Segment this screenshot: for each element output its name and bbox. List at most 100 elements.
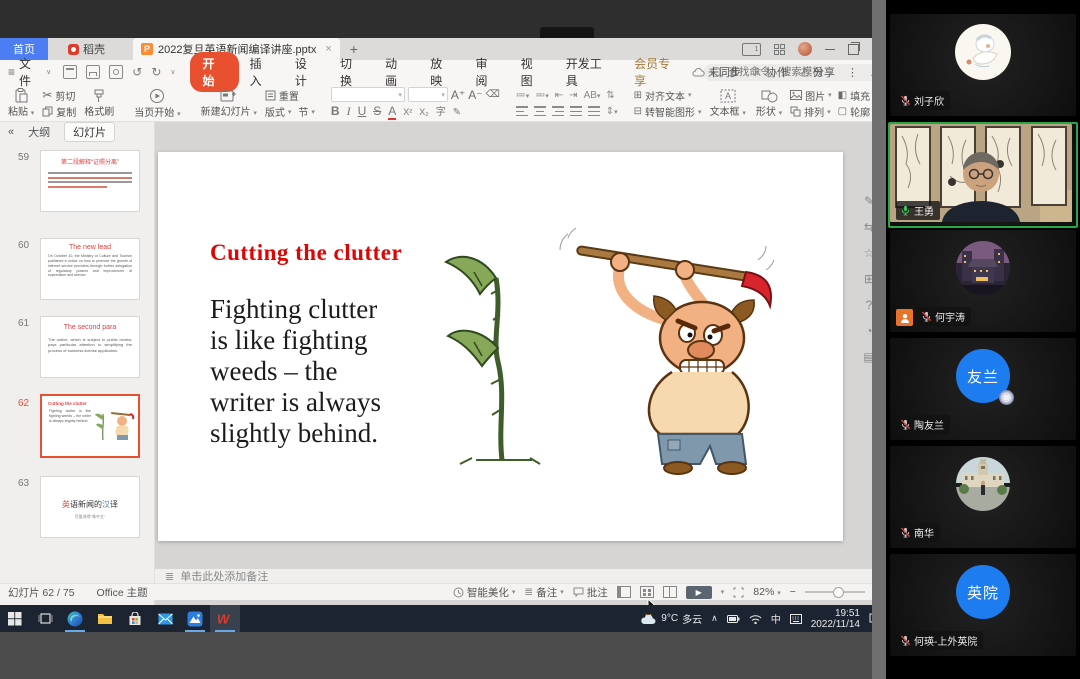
new-slide-button[interactable]: 新建幻灯片 ▾ [199, 86, 259, 121]
slide-canvas[interactable]: Cutting the clutter Fighting clutter is … [158, 152, 843, 541]
tab-outline[interactable]: 大纲 [28, 124, 50, 140]
restore-button[interactable] [848, 44, 859, 55]
zoom-slider[interactable] [805, 591, 865, 593]
redo-icon[interactable]: ↻ [151, 65, 161, 79]
export-icon[interactable] [86, 65, 100, 79]
char-effect-button[interactable]: 字 [436, 103, 446, 118]
textbox-button[interactable]: A 文本框 ▾ [708, 86, 748, 121]
participant-tile[interactable]: 英院 何瑛-上外英院 [890, 554, 1076, 656]
underline-button[interactable]: U [358, 104, 367, 118]
clear-format-icon[interactable]: ⌫ [486, 89, 500, 100]
normal-view-button[interactable] [617, 586, 631, 598]
slide-cartoon-image[interactable] [440, 220, 810, 478]
save-icon[interactable] [63, 65, 77, 79]
layout-button[interactable]: 版式▾ [265, 104, 292, 119]
notes-bar[interactable]: ≣ 单击此处添加备注 [155, 569, 886, 583]
bullets-button[interactable]: ≔▾ [516, 90, 530, 101]
strike-button[interactable]: S [373, 104, 381, 118]
reset-button[interactable]: 重置 [265, 88, 315, 103]
highlight-button[interactable]: ✎ [453, 107, 461, 118]
task-view-button[interactable] [30, 605, 60, 632]
participant-tile[interactable]: 南华 [890, 446, 1076, 548]
format-painter-button[interactable]: 格式刷 [82, 86, 116, 121]
tab-slides[interactable]: 幻灯片 [64, 122, 115, 142]
zoom-slider-knob[interactable] [833, 587, 844, 598]
taskbar-mail[interactable] [150, 605, 180, 632]
battery-icon[interactable] [727, 614, 740, 624]
numbering-button[interactable]: ≕▾ [535, 90, 549, 101]
share-button[interactable]: 分享 [800, 64, 835, 80]
play-options-icon[interactable]: ▾ [721, 588, 725, 596]
participant-tile[interactable]: 友兰 陶友兰 [890, 338, 1076, 440]
fit-slide-icon[interactable] [733, 587, 744, 598]
play-from-current-button[interactable]: 当页开始 ▾ [132, 86, 182, 121]
line-spacing-button[interactable]: ⇕▾ [606, 106, 618, 117]
account-avatar[interactable] [798, 42, 812, 56]
superscript-button[interactable]: X² [403, 107, 412, 117]
align-center-button[interactable] [534, 106, 546, 116]
comments-toggle[interactable]: 批注 [573, 585, 608, 600]
increase-font-icon[interactable]: A⁺ [451, 88, 465, 102]
theme-name[interactable]: Office 主题 [97, 585, 148, 600]
touch-keyboard-icon[interactable] [790, 613, 802, 625]
participant-tile[interactable]: 何宇涛 [890, 230, 1076, 332]
font-size-select[interactable]: ▾ [408, 87, 448, 102]
font-name-select[interactable]: ▾ [331, 87, 405, 102]
minimize-button[interactable] [825, 49, 835, 50]
collapse-panel-icon[interactable]: « [8, 126, 14, 138]
shapes-button[interactable]: 形状 ▾ [754, 86, 784, 121]
participant-tile-speaking[interactable]: 王勇 [888, 122, 1078, 228]
align-right-button[interactable] [552, 106, 564, 116]
align-text-button[interactable]: ⊞对齐文本▾ [634, 88, 702, 103]
notes-toggle[interactable]: ≣备注▾ [524, 585, 563, 600]
fill-button[interactable]: ◧填充▾ [838, 88, 877, 103]
split-window-icon[interactable]: 1 [742, 43, 761, 56]
network-icon[interactable] [749, 614, 762, 624]
sort-button[interactable]: ⇅ [606, 90, 614, 101]
slide-thumbnail-59[interactable]: 第二段解释“证照分离” [40, 150, 140, 212]
ime-indicator[interactable]: 中 [771, 611, 781, 626]
bold-button[interactable]: B [331, 104, 340, 118]
smart-beautify-button[interactable]: 智能美化▾ [453, 585, 516, 600]
justify-button[interactable] [570, 106, 582, 116]
tab-docer[interactable]: 稻壳 [58, 38, 115, 60]
tray-expand-icon[interactable]: ∧ [711, 613, 718, 624]
section-button[interactable]: 节▾ [298, 104, 315, 119]
weather-widget[interactable]: 9°C 多云 [640, 611, 702, 626]
meeting-panel-resize-edge[interactable] [872, 0, 886, 679]
slide-thumbnail-60[interactable]: The new lead On October 10, the Ministry… [40, 238, 140, 300]
picture-button[interactable]: 图片▾ [790, 88, 832, 103]
zoom-level[interactable]: 82% ▾ [753, 586, 780, 598]
taskbar-edge[interactable] [60, 605, 90, 632]
outline-button[interactable]: ▢轮廓▾ [838, 104, 877, 119]
taskbar-file-explorer[interactable] [90, 605, 120, 632]
sorter-view-button[interactable] [640, 586, 654, 598]
reading-view-button[interactable] [663, 586, 677, 598]
align-left-button[interactable] [516, 106, 528, 116]
sync-status[interactable]: 未同步 [692, 64, 741, 80]
smart-graphic-button[interactable]: ⊟转智能图形▾ [634, 104, 702, 119]
arrange-button[interactable]: 排列▾ [790, 104, 832, 119]
taskbar-wps[interactable]: W [210, 605, 240, 632]
decrease-font-icon[interactable]: A⁻ [468, 88, 482, 102]
zoom-out-button[interactable]: − [790, 586, 796, 598]
taskbar-meeting-app[interactable] [180, 605, 210, 632]
workspace-grid-icon[interactable] [774, 44, 785, 55]
taskbar-clock[interactable]: 19:51 2022/11/14 [811, 608, 860, 630]
cut-button[interactable]: ✂剪切 [42, 88, 76, 103]
slide-thumbnail-63[interactable]: 英语新闻的汉译 尽量译得“像中文” [40, 476, 140, 538]
more-menu-icon[interactable]: ⋮ [847, 66, 858, 79]
taskbar-store[interactable] [120, 605, 150, 632]
participant-tile[interactable]: 刘子欣 [890, 14, 1076, 116]
slide-body-text[interactable]: Fighting clutter is like fighting weeds … [210, 294, 381, 449]
font-color-button[interactable]: A [388, 104, 396, 120]
start-button[interactable] [0, 605, 30, 632]
subscript-button[interactable]: X₂ [419, 107, 429, 117]
text-direction-button[interactable]: AB▾ [584, 90, 601, 101]
italic-button[interactable]: I [347, 104, 351, 119]
slide-title[interactable]: Cutting the clutter [210, 240, 402, 266]
slide-thumbnail-61[interactable]: The second para The notice, which is sub… [40, 316, 140, 378]
undo-icon[interactable]: ↺ [132, 65, 142, 79]
copy-button[interactable]: 复制 [42, 104, 76, 119]
customize-toolbar-icon[interactable]: ∨ [170, 68, 175, 76]
